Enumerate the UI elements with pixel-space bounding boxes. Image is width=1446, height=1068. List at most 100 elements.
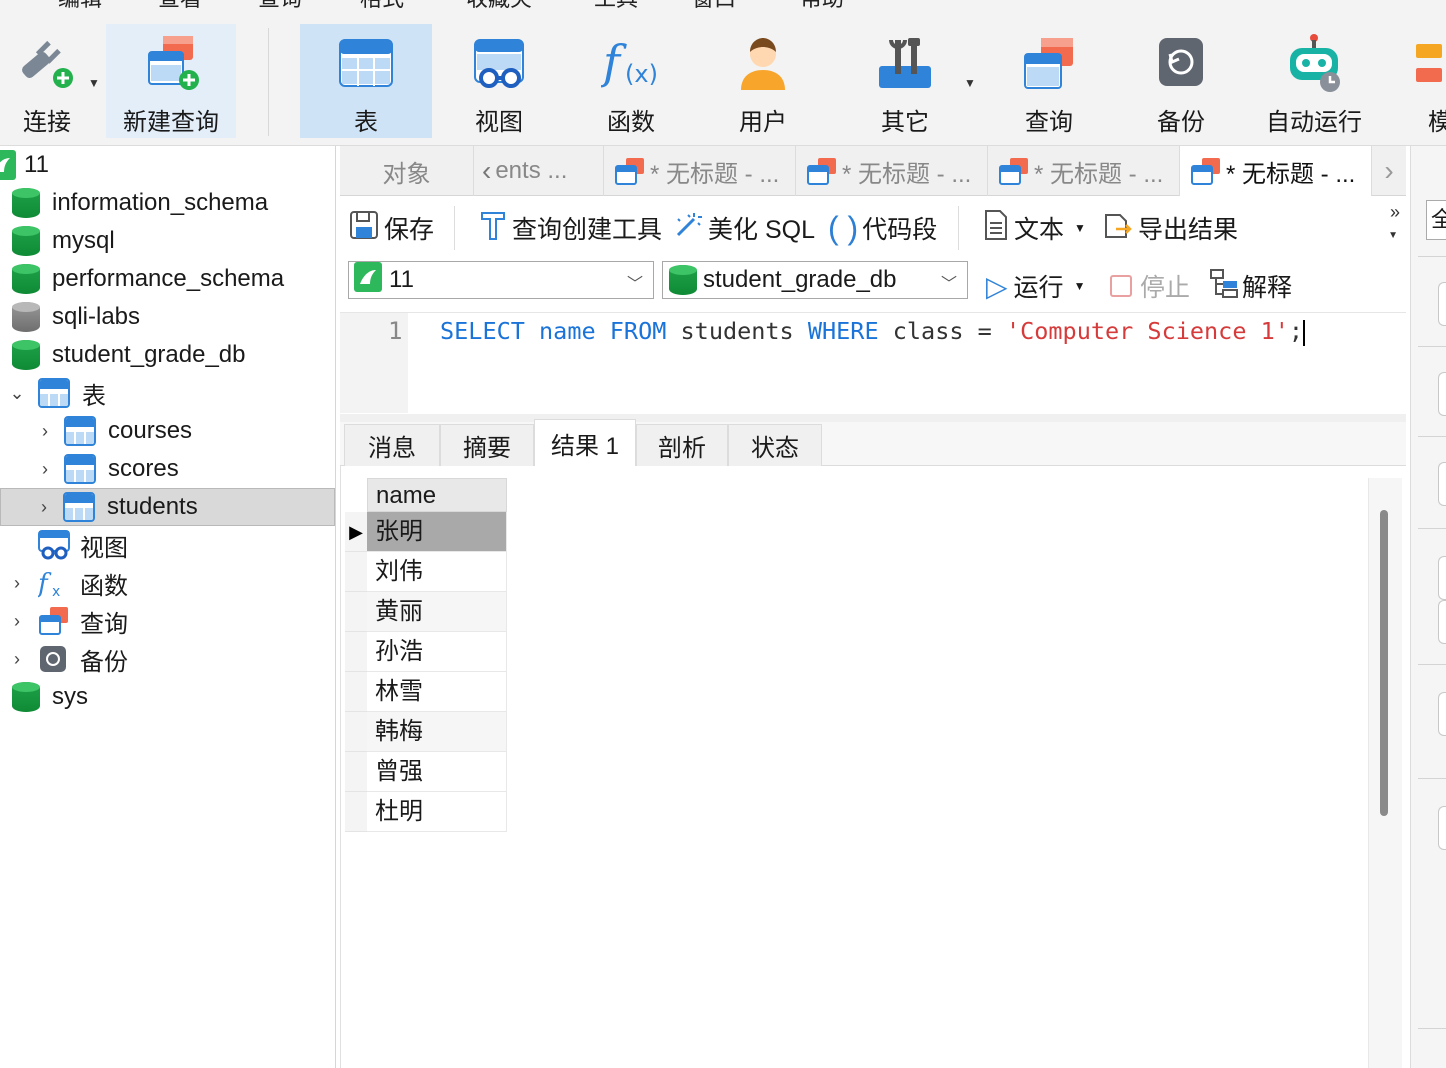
tab-summary[interactable]: 摘要: [440, 424, 534, 466]
table-row[interactable]: 曾强: [345, 752, 507, 792]
chevron-right-icon[interactable]: ›: [6, 649, 28, 670]
splitter[interactable]: [340, 414, 1406, 422]
run-button[interactable]: ▷ 运行 ▼: [986, 268, 1085, 304]
table-row[interactable]: 刘伟: [345, 552, 507, 592]
sql-code-line[interactable]: SELECT name FROM students WHERE class = …: [440, 317, 1306, 346]
caret-down-icon[interactable]: ▼: [1074, 221, 1086, 235]
table-row[interactable]: 韩梅: [345, 712, 507, 752]
tab-scroll-right[interactable]: ›: [1372, 146, 1406, 196]
tree-tables-group[interactable]: ⌄ 表: [6, 374, 341, 412]
table-cell[interactable]: 韩梅: [367, 712, 507, 752]
menu-help[interactable]: 帮助: [800, 0, 844, 12]
tree-db-information-schema[interactable]: information_schema: [12, 184, 347, 222]
snippet-button[interactable]: ( ) 代码段: [828, 210, 937, 246]
table-button[interactable]: 表: [300, 24, 432, 138]
view-button[interactable]: 视图: [440, 24, 558, 138]
tree-table-courses[interactable]: › courses: [34, 412, 334, 450]
other-button[interactable]: 其它: [846, 24, 964, 138]
explain-button[interactable]: 解释: [1208, 268, 1292, 304]
chevron-right-icon[interactable]: ›: [6, 573, 28, 594]
more-chevrons-icon[interactable]: »: [1390, 202, 1400, 223]
caret-down-icon[interactable]: ▼: [1388, 230, 1398, 241]
right-panel-field[interactable]: [1438, 282, 1446, 326]
chevron-right-icon[interactable]: ›: [34, 459, 56, 480]
connect-button[interactable]: 连接: [0, 24, 94, 138]
table-row[interactable]: 孙浩: [345, 632, 507, 672]
connection-select[interactable]: 11 ﹀: [348, 261, 654, 299]
tab-untitled-active[interactable]: * 无标题 - ...: [1180, 146, 1372, 196]
tree-db-performance-schema[interactable]: performance_schema: [12, 260, 347, 298]
menu-tools[interactable]: 工具: [594, 0, 638, 12]
table-cell[interactable]: 林雪: [367, 672, 507, 712]
tab-objects[interactable]: 对象: [340, 146, 474, 196]
right-panel-field[interactable]: [1438, 600, 1446, 644]
chevron-left-icon[interactable]: ‹: [482, 155, 491, 187]
table-cell[interactable]: 杜明: [367, 792, 507, 832]
table-cell[interactable]: 张明: [367, 512, 507, 552]
tree-db-mysql[interactable]: mysql: [12, 222, 347, 260]
tree-connection[interactable]: 11: [0, 146, 323, 184]
right-panel-field[interactable]: [1438, 462, 1446, 506]
query-builder-button[interactable]: 查询创建工具: [478, 210, 662, 246]
tree-queries[interactable]: › 查询: [6, 602, 341, 640]
tree-table-students[interactable]: › students: [0, 488, 335, 526]
beautify-sql-button[interactable]: 美化 SQL: [672, 210, 815, 246]
function-button[interactable]: f (x) 函数: [572, 24, 690, 138]
other-dropdown-caret[interactable]: ▼: [964, 76, 976, 90]
table-cell[interactable]: 孙浩: [367, 632, 507, 672]
chevron-right-icon[interactable]: ›: [6, 611, 28, 632]
tab-untitled[interactable]: * 无标题 - ...: [796, 146, 988, 196]
table-row[interactable]: 黄丽: [345, 592, 507, 632]
table-cell[interactable]: 黄丽: [367, 592, 507, 632]
stop-button[interactable]: 停止: [1110, 268, 1190, 304]
table-row[interactable]: 林雪: [345, 672, 507, 712]
tree-db-student-grade-db[interactable]: student_grade_db: [12, 336, 347, 374]
right-panel-field[interactable]: [1438, 556, 1446, 600]
new-query-button[interactable]: 新建查询: [106, 24, 236, 138]
menu-favorites[interactable]: 收藏夹: [466, 0, 532, 12]
auto-run-button[interactable]: 自动运行: [1250, 24, 1378, 138]
chevron-right-icon[interactable]: ›: [34, 421, 56, 442]
tab-result-1[interactable]: 结果 1: [534, 419, 636, 466]
tab-untitled[interactable]: * 无标题 - ...: [988, 146, 1180, 196]
text-mode-button[interactable]: 文本 ▼: [982, 209, 1086, 246]
chevron-down-icon[interactable]: ⌄: [6, 383, 28, 404]
database-select[interactable]: student_grade_db ﹀: [662, 261, 968, 299]
tab-events[interactable]: ‹ ents ...: [474, 146, 604, 196]
export-results-button[interactable]: 导出结果: [1102, 210, 1238, 246]
menu-window[interactable]: 窗口: [692, 0, 736, 12]
save-button[interactable]: 保存: [348, 210, 434, 246]
menu-edit[interactable]: 编辑: [58, 0, 102, 12]
tree-table-scores[interactable]: › scores: [34, 450, 334, 488]
column-header-name[interactable]: name: [367, 478, 507, 512]
tab-messages[interactable]: 消息: [344, 424, 440, 466]
tab-untitled[interactable]: * 无标题 - ...: [604, 146, 796, 196]
connect-dropdown-caret[interactable]: ▼: [88, 76, 100, 90]
scrollbar-thumb[interactable]: [1380, 510, 1388, 816]
user-button[interactable]: 用户: [704, 24, 822, 138]
table-row[interactable]: 杜明: [345, 792, 507, 832]
tree-views[interactable]: 视图: [38, 526, 334, 564]
right-panel-field[interactable]: [1438, 806, 1446, 850]
table-cell[interactable]: 刘伟: [367, 552, 507, 592]
caret-down-icon[interactable]: ▼: [1074, 279, 1086, 293]
table-row[interactable]: ▶ 张明: [345, 512, 507, 552]
right-panel-field[interactable]: [1438, 372, 1446, 416]
sql-editor[interactable]: 1 SELECT name FROM students WHERE class …: [340, 312, 1406, 414]
menu-format[interactable]: 格式: [360, 0, 404, 12]
right-panel-button[interactable]: 全: [1426, 200, 1446, 240]
tab-status[interactable]: 状态: [728, 424, 822, 466]
tree-db-sqli-labs[interactable]: sqli-labs: [12, 298, 347, 336]
query-button[interactable]: 查询: [990, 24, 1108, 138]
tab-profile[interactable]: 剖析: [636, 424, 728, 466]
tree-db-sys[interactable]: sys: [12, 678, 347, 716]
tree-functions[interactable]: › fx 函数: [6, 564, 341, 602]
chevron-right-icon[interactable]: ›: [33, 497, 55, 518]
model-button[interactable]: 模: [1410, 24, 1446, 138]
tree-backups[interactable]: › 备份: [6, 640, 341, 678]
table-cell[interactable]: 曾强: [367, 752, 507, 792]
right-panel-field[interactable]: [1438, 692, 1446, 736]
backup-button[interactable]: 备份: [1122, 24, 1240, 138]
menu-query[interactable]: 查询: [258, 0, 302, 12]
menu-view[interactable]: 查看: [158, 0, 202, 12]
